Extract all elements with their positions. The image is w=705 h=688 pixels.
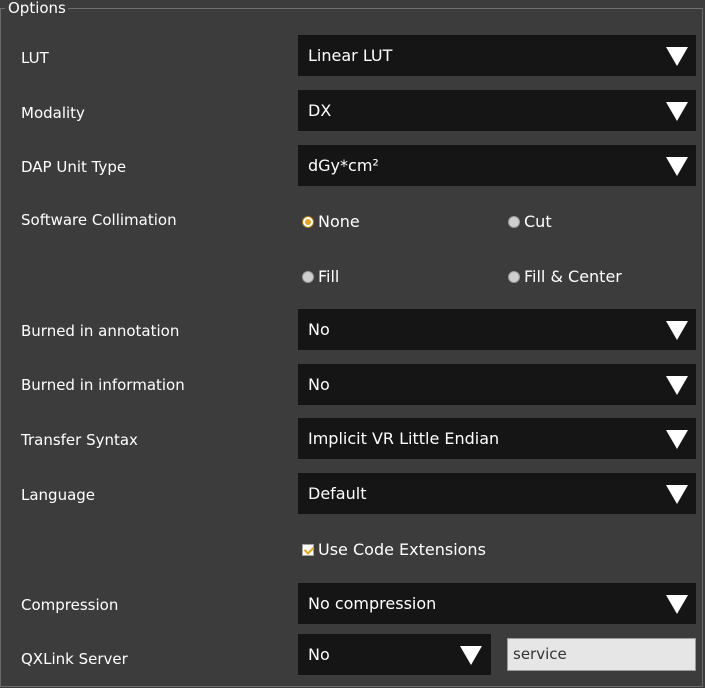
modality-label: Modality <box>21 104 85 122</box>
dap-unit-value: dGy*cm² <box>308 156 379 175</box>
transfer-syntax-value: Implicit VR Little Endian <box>308 429 500 448</box>
lut-label: LUT <box>21 49 49 67</box>
radio-icon <box>508 216 520 228</box>
radio-icon <box>302 271 314 283</box>
collimation-fill-center-label: Fill & Center <box>524 267 622 286</box>
collimation-cut-radio[interactable]: Cut <box>508 213 552 231</box>
burned-annotation-dropdown[interactable]: No <box>298 309 696 350</box>
modality-dropdown[interactable]: DX <box>298 90 696 131</box>
qxlink-value: No <box>308 645 330 664</box>
chevron-down-icon <box>460 646 482 665</box>
collimation-none-radio[interactable]: None <box>302 213 360 231</box>
chevron-down-icon <box>666 47 688 66</box>
qxlink-label: QXLink Server <box>21 650 128 668</box>
chevron-down-icon <box>666 430 688 449</box>
dap-unit-label: DAP Unit Type <box>21 158 127 176</box>
chevron-down-icon <box>666 102 688 121</box>
chevron-down-icon <box>666 321 688 340</box>
collimation-fill-radio[interactable]: Fill <box>302 268 339 286</box>
qxlink-service-input[interactable]: service <box>507 638 696 671</box>
code-extensions-checkbox[interactable]: Use Code Extensions <box>302 541 486 559</box>
collimation-label: Software Collimation <box>21 211 177 229</box>
chevron-down-icon <box>666 595 688 614</box>
burned-annotation-value: No <box>308 320 330 339</box>
code-extensions-label: Use Code Extensions <box>318 540 486 559</box>
radio-icon <box>508 271 520 283</box>
transfer-syntax-dropdown[interactable]: Implicit VR Little Endian <box>298 418 696 459</box>
chevron-down-icon <box>666 157 688 176</box>
compression-label: Compression <box>21 596 119 614</box>
qxlink-dropdown[interactable]: No <box>298 634 491 675</box>
lut-value: Linear LUT <box>308 46 393 65</box>
language-value: Default <box>308 484 367 503</box>
collimation-fill-label: Fill <box>318 267 340 286</box>
burned-information-dropdown[interactable]: No <box>298 364 696 405</box>
transfer-syntax-label: Transfer Syntax <box>21 431 138 449</box>
radio-selected-icon <box>302 216 314 228</box>
modality-value: DX <box>308 101 332 120</box>
language-dropdown[interactable]: Default <box>298 473 696 514</box>
options-group-title: Options <box>5 0 68 17</box>
burned-information-label: Burned in information <box>21 376 185 394</box>
chevron-down-icon <box>666 485 688 504</box>
burned-information-value: No <box>308 375 330 394</box>
collimation-fill-center-radio[interactable]: Fill & Center <box>508 268 622 286</box>
language-label: Language <box>21 486 96 504</box>
checkmark-icon <box>302 544 314 556</box>
collimation-none-label: None <box>318 212 360 231</box>
chevron-down-icon <box>666 376 688 395</box>
burned-annotation-label: Burned in annotation <box>21 322 180 340</box>
compression-value: No compression <box>308 594 437 613</box>
dap-unit-dropdown[interactable]: dGy*cm² <box>298 145 696 186</box>
compression-dropdown[interactable]: No compression <box>298 583 696 624</box>
lut-dropdown[interactable]: Linear LUT <box>298 35 696 76</box>
collimation-cut-label: Cut <box>524 212 552 231</box>
